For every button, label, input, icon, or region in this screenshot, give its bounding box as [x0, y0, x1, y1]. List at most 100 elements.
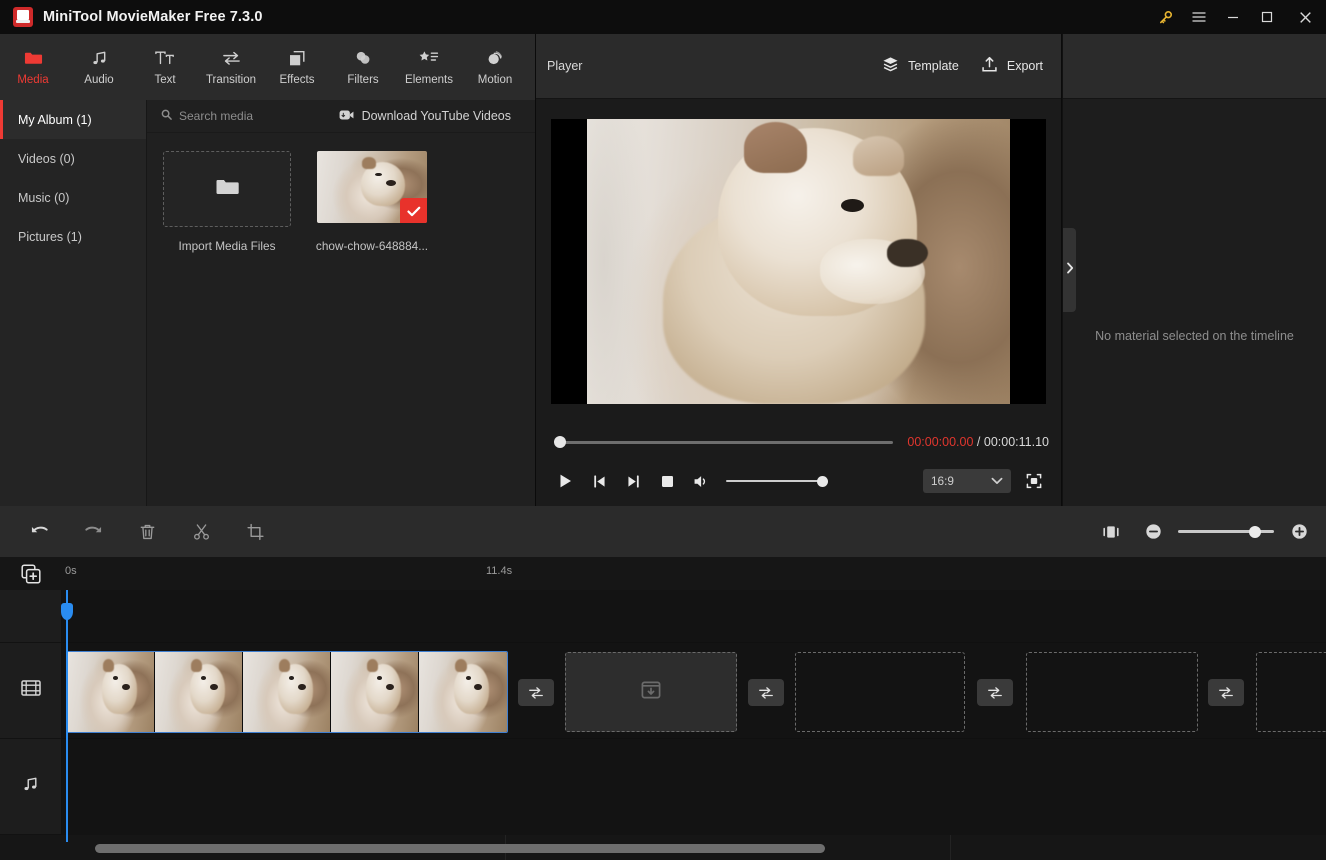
media-placeholder[interactable] — [1026, 652, 1198, 732]
crop-icon[interactable] — [238, 515, 272, 549]
zoom-handle[interactable] — [1249, 525, 1261, 538]
undo-icon[interactable] — [22, 515, 56, 549]
album-item-music[interactable]: Music (0) — [0, 178, 146, 217]
play-icon[interactable] — [548, 464, 582, 498]
transition-slot[interactable] — [748, 679, 784, 706]
tab-label: Audio — [84, 74, 114, 86]
time-separator: / — [976, 435, 981, 449]
tab-motion[interactable]: Motion — [462, 40, 528, 98]
zoom-out-icon[interactable] — [1142, 515, 1164, 549]
player-header: Player Template Export — [536, 34, 1061, 99]
album-item-videos[interactable]: Videos (0) — [0, 139, 146, 178]
album-item-my-album[interactable]: My Album (1) — [0, 100, 146, 139]
download-youtube-button[interactable]: Download YouTube Videos — [339, 109, 511, 124]
media-thumbnail[interactable] — [317, 151, 427, 223]
volume-handle[interactable] — [817, 475, 828, 487]
panel-collapse-handle[interactable] — [1063, 228, 1076, 312]
clip-frame — [67, 652, 155, 732]
timeline-tracks — [0, 590, 1326, 860]
tab-audio[interactable]: Audio — [66, 40, 132, 98]
properties-header — [1063, 34, 1326, 99]
tab-label: Motion — [477, 74, 513, 86]
chevron-down-icon — [991, 474, 1003, 488]
volume-icon[interactable] — [684, 464, 718, 498]
zoom-in-icon[interactable] — [1288, 515, 1310, 549]
track-header-cover[interactable] — [0, 590, 62, 643]
youtube-download-icon — [339, 109, 354, 124]
ruler-tick: 11.4s — [486, 565, 513, 577]
search-input[interactable]: Search media — [161, 109, 253, 123]
tab-media[interactable]: Media — [0, 40, 66, 98]
search-icon — [161, 109, 172, 123]
transition-slot[interactable] — [518, 679, 554, 706]
main-toolbar: Media Audio Text Transition Effects Filt… — [0, 34, 535, 100]
maximize-icon[interactable] — [1250, 0, 1284, 34]
export-button[interactable]: Export — [981, 56, 1043, 76]
properties-empty-message: No material selected on the timeline — [1095, 329, 1294, 343]
template-layers-icon — [882, 56, 899, 76]
preview-stage — [536, 99, 1061, 424]
media-placeholder[interactable] — [1256, 652, 1326, 732]
previous-frame-icon[interactable] — [582, 464, 616, 498]
fullscreen-icon[interactable] — [1019, 466, 1049, 496]
timeline-ruler[interactable]: 0s 11.4s — [62, 557, 1326, 590]
timeline-edit-buttons — [0, 515, 272, 549]
horizontal-scrollbar[interactable] — [95, 844, 825, 853]
track-header-audio[interactable] — [0, 739, 62, 835]
zoom-slider[interactable] — [1178, 522, 1274, 542]
chevron-right-icon — [1066, 261, 1074, 279]
audio-track-lane[interactable] — [62, 739, 1326, 835]
current-time: 00:00:00.00 — [907, 435, 974, 449]
check-icon[interactable] — [400, 198, 427, 223]
aspect-ratio-select[interactable]: 16:9 — [923, 469, 1011, 493]
tab-elements[interactable]: Elements — [396, 40, 462, 98]
stop-icon[interactable] — [650, 464, 684, 498]
tab-text[interactable]: Text — [132, 40, 198, 98]
thumbnail-detail — [375, 172, 382, 177]
tab-label: Transition — [205, 74, 257, 86]
import-dropzone[interactable] — [163, 151, 291, 227]
playhead-handle[interactable] — [61, 603, 73, 620]
close-icon[interactable] — [1284, 0, 1326, 34]
add-media-track-icon[interactable] — [0, 557, 62, 590]
transition-slot[interactable] — [977, 679, 1013, 706]
import-media-tile[interactable]: Import Media Files — [163, 151, 291, 253]
redo-icon[interactable] — [76, 515, 110, 549]
seek-handle[interactable] — [554, 436, 566, 448]
preview-image — [587, 119, 1010, 404]
transition-slot[interactable] — [1208, 679, 1244, 706]
tab-filters[interactable]: Filters — [330, 40, 396, 98]
video-track-lane[interactable] — [62, 643, 1326, 739]
template-button[interactable]: Template — [882, 56, 959, 76]
scissors-icon[interactable] — [184, 515, 218, 549]
tab-label: Elements — [405, 74, 453, 86]
cover-track-lane[interactable] — [62, 590, 1326, 643]
preview-detail — [887, 238, 928, 268]
total-time: 00:00:11.10 — [983, 435, 1049, 449]
hamburger-menu-icon[interactable] — [1182, 0, 1216, 34]
media-placeholder[interactable] — [565, 652, 737, 732]
preview-detail — [840, 198, 865, 212]
key-icon[interactable] — [1148, 0, 1182, 34]
timeline: 0s 11.4s — [0, 557, 1326, 860]
seek-slider[interactable] — [548, 424, 897, 460]
video-clip[interactable] — [66, 651, 508, 733]
tab-label: Media — [17, 74, 49, 86]
properties-panel: No material selected on the timeline — [1063, 34, 1326, 506]
preview-video[interactable] — [551, 119, 1046, 404]
playhead[interactable] — [66, 590, 68, 842]
trash-icon[interactable] — [130, 515, 164, 549]
media-placeholder[interactable] — [795, 652, 965, 732]
next-frame-icon[interactable] — [616, 464, 650, 498]
track-header-video[interactable] — [0, 643, 62, 739]
fit-to-timeline-icon[interactable] — [1094, 515, 1128, 549]
template-label: Template — [908, 59, 959, 73]
minimize-icon[interactable] — [1216, 0, 1250, 34]
tab-effects[interactable]: Effects — [264, 40, 330, 98]
album-item-pictures[interactable]: Pictures (1) — [0, 217, 146, 256]
album-label: My Album (1) — [18, 112, 92, 127]
volume-slider[interactable] — [726, 471, 828, 491]
folder-icon — [24, 47, 43, 69]
media-item[interactable]: chow-chow-648884... — [308, 151, 436, 253]
tab-transition[interactable]: Transition — [198, 40, 264, 98]
